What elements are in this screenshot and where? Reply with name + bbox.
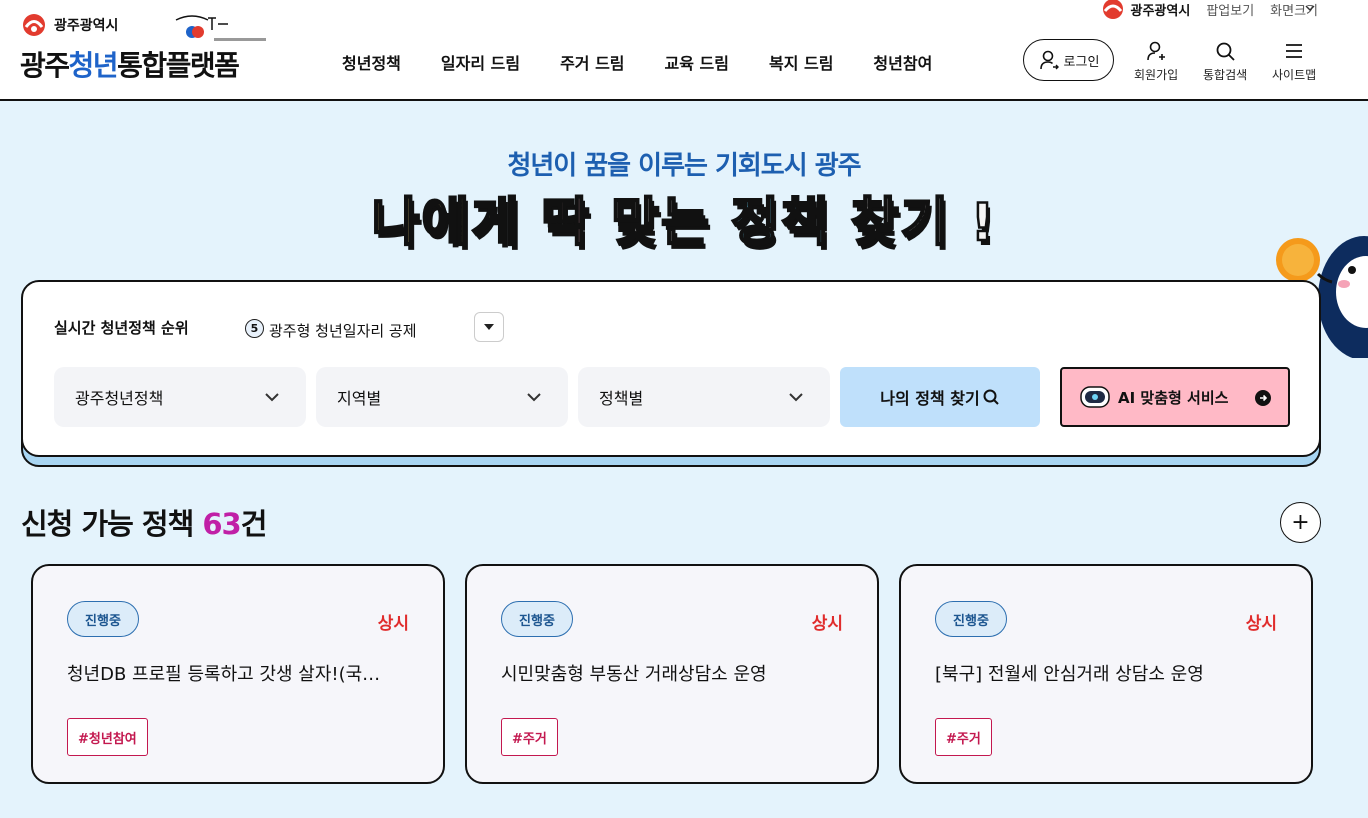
- main-nav: 청년정책 일자리 드림 주거 드림 교육 드림 복지 드림 청년참여: [342, 50, 972, 74]
- find-button-label: 나의 정책 찾기: [880, 389, 980, 408]
- select-value: 지역별: [337, 389, 382, 408]
- status-badge: 진행중: [501, 601, 573, 637]
- region-select[interactable]: 지역별: [316, 367, 568, 427]
- city-emblem-icon: [1102, 0, 1123, 19]
- chevron-down-icon: [527, 393, 541, 402]
- policy-category-select[interactable]: 광주청년정책: [54, 367, 306, 427]
- login-user-icon: [1039, 50, 1059, 70]
- policy-type-select[interactable]: 정책별: [578, 367, 830, 427]
- sitemap-button[interactable]: 사이트맵: [1272, 40, 1316, 83]
- hero-word: 나에게: [370, 192, 522, 255]
- nav-item-education[interactable]: 교육 드림: [665, 50, 729, 74]
- hero-word: !: [969, 192, 997, 255]
- chevron-down-icon: [265, 393, 279, 402]
- ai-custom-service-button[interactable]: AI 맞춤형 서비스: [1060, 367, 1290, 427]
- event-logo-icon: [175, 15, 266, 41]
- user-plus-icon: [1147, 41, 1166, 61]
- nav-item-housing[interactable]: 주거 드림: [560, 50, 624, 74]
- popup-link[interactable]: 팝업보기: [1206, 0, 1254, 19]
- caret-down-icon: [484, 324, 494, 330]
- join-label: 회원가입: [1134, 68, 1179, 82]
- rank-dropdown-button[interactable]: [474, 312, 504, 342]
- search-button[interactable]: 통합검색: [1203, 40, 1247, 83]
- robot-icon: [1080, 386, 1110, 408]
- sitemap-label: 사이트맵: [1272, 68, 1317, 82]
- city-emblem-icon: [23, 14, 45, 36]
- hero-subtitle: 청년이 꿈을 이루는 기회도시 광주: [507, 151, 861, 181]
- policy-card[interactable]: 진행중 상시 [북구] 전월세 안심거래 상담소 운영 #주거: [899, 564, 1313, 784]
- rank-policy-link[interactable]: 광주형 청년일자리 공제: [269, 320, 417, 341]
- utility-bar: 광주광역시 팝업보기 화면크기: [1100, 0, 1318, 20]
- menu-icon: [1286, 44, 1303, 58]
- search-label: 통합검색: [1203, 68, 1248, 82]
- policy-title: 시민맞춤형 부동산 거래상담소 운영: [501, 664, 767, 685]
- util-city-label: 광주광역시: [1130, 3, 1191, 19]
- find-my-policy-button[interactable]: 나의 정책 찾기: [840, 367, 1040, 427]
- select-value: 광주청년정책: [75, 389, 164, 408]
- period-label: 상시: [1245, 614, 1277, 634]
- policy-title: 청년DB 프로필 등록하고 갓생 살자!(국…: [67, 664, 381, 685]
- chevron-down-icon: [789, 393, 803, 402]
- chevron-down-icon[interactable]: [1304, 2, 1316, 14]
- arrow-circle-right-icon: [1255, 390, 1271, 406]
- hero-word: 딱: [540, 192, 592, 255]
- search-icon: [1216, 42, 1235, 61]
- period-label: 상시: [811, 614, 843, 634]
- policy-tag[interactable]: #주거: [935, 718, 992, 756]
- policy-card[interactable]: 진행중 상시 청년DB 프로필 등록하고 갓생 살자!(국… #청년참여: [31, 564, 445, 784]
- login-button[interactable]: 로그인: [1023, 39, 1114, 81]
- policy-count: 63: [202, 507, 241, 541]
- nav-item-participation[interactable]: 청년참여: [873, 50, 932, 74]
- more-policies-button[interactable]: +: [1280, 502, 1321, 543]
- policy-title: [북구] 전월세 안심거래 상담소 운영: [935, 664, 1204, 685]
- login-label: 로그인: [1063, 54, 1100, 70]
- hero-word: 맞는: [610, 192, 711, 255]
- policy-search-panel: 실시간 청년정책 순위 5 광주형 청년일자리 공제 광주청년정책 지역별 정책…: [21, 280, 1321, 457]
- policy-tag[interactable]: #청년참여: [67, 718, 148, 756]
- hero-word: 정책: [730, 192, 831, 255]
- util-city-link[interactable]: 광주광역시: [1100, 0, 1191, 20]
- title-prefix: 신청 가능 정책: [21, 507, 203, 541]
- city-logo[interactable]: 광주광역시: [20, 12, 118, 38]
- hero-title: 나에게 딱 맞는 정책 찾기 !: [0, 180, 1368, 255]
- site-title[interactable]: 광주청년통합플랫폼: [20, 44, 240, 84]
- hero-word: 찾기: [850, 192, 951, 255]
- policy-tag[interactable]: #주거: [501, 718, 558, 756]
- realtime-rank-label: 실시간 청년정책 순위: [54, 319, 189, 337]
- city-name: 광주광역시: [54, 18, 119, 34]
- status-badge: 진행중: [67, 601, 139, 637]
- policy-card[interactable]: 진행중 상시 시민맞춤형 부동산 거래상담소 운영 #주거: [465, 564, 879, 784]
- ai-button-label: AI 맞춤형 서비스: [1118, 388, 1229, 407]
- site-title-part: 통합플랫폼: [117, 49, 240, 82]
- nav-item-jobs[interactable]: 일자리 드림: [441, 50, 520, 74]
- search-icon: [983, 389, 999, 405]
- site-header: 광주광역시 광주청년통합플랫폼 광주광역시 팝업보기 화면크기 청년정책 일자리…: [0, 0, 1368, 101]
- title-suffix: 건: [240, 507, 268, 541]
- period-label: 상시: [377, 614, 409, 634]
- join-button[interactable]: 회원가입: [1134, 40, 1178, 83]
- nav-item-welfare[interactable]: 복지 드림: [769, 50, 833, 74]
- nav-item-youth-policy[interactable]: 청년정책: [342, 50, 401, 74]
- rank-number-badge: 5: [245, 319, 264, 338]
- status-badge: 진행중: [935, 601, 1007, 637]
- select-value: 정책별: [599, 389, 644, 408]
- available-policies-title: 신청 가능 정책 63건: [21, 501, 268, 543]
- site-title-part: 광주: [20, 49, 70, 82]
- site-title-highlight: 청년: [68, 49, 119, 82]
